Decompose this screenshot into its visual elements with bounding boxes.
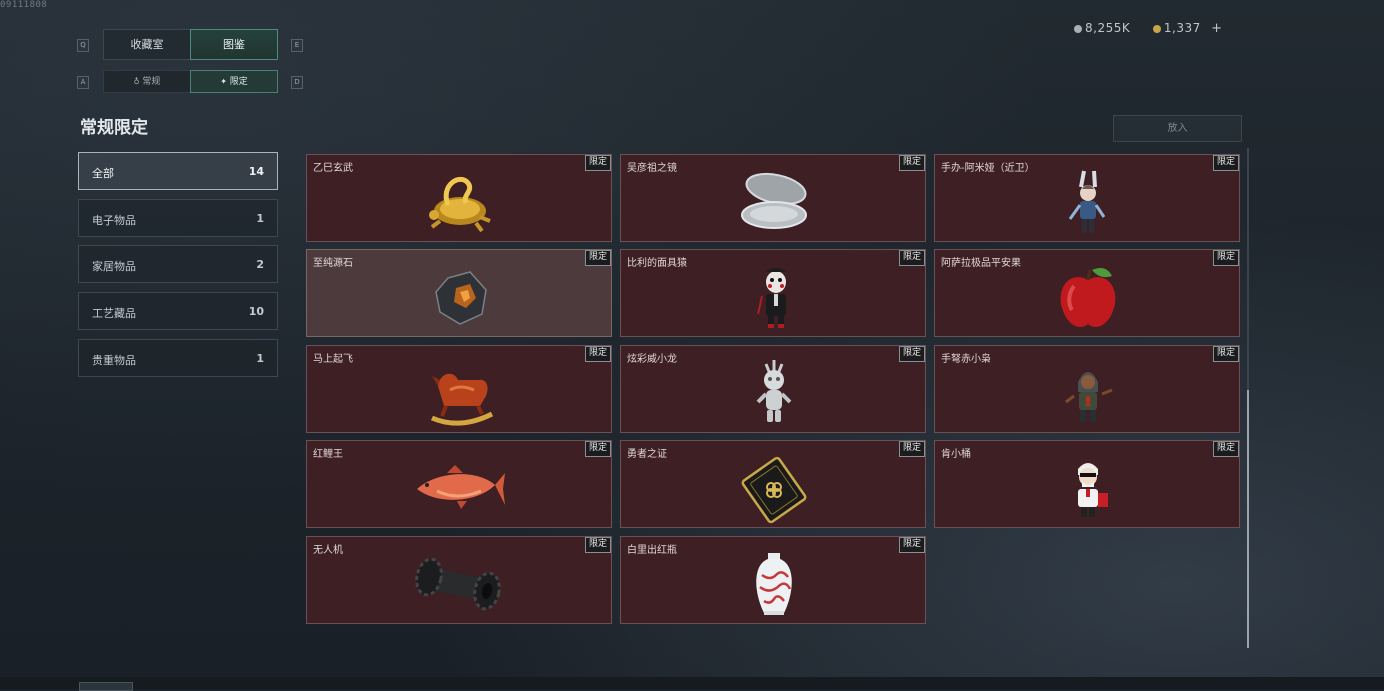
limited-icon: ✦ [220,77,227,86]
item-card[interactable]: 无人机 限定 [306,536,612,624]
corner-code: 09111808 [0,0,48,10]
item-card[interactable]: 炫彩威小龙 限定 [620,345,926,433]
item-name: 阿萨拉极品平安果 [941,258,1021,269]
item-card[interactable]: 手弩赤小枭 限定 [934,345,1240,433]
limited-badge: 限定 [1212,346,1239,362]
limited-badge: 限定 [584,346,611,362]
subtab-regular-label: 常规 [142,77,161,87]
gold-amount: 1,337 [1163,21,1201,35]
limited-badge: 限定 [584,155,611,171]
category-count: 1 [256,352,264,365]
item-card[interactable]: 至纯源石 限定 [306,249,612,337]
category-count: 1 [256,212,264,225]
place-in-button[interactable]: 放入 [1113,115,1242,142]
tab-collection-room[interactable]: 收藏室 [103,29,191,60]
limited-badge: 限定 [1212,155,1239,171]
limited-badge: 限定 [898,441,925,457]
item-card[interactable]: 乙巳玄武 限定 [306,154,612,242]
limited-badge: 限定 [1212,250,1239,266]
item-name: 马上起飞 [313,354,353,365]
drone-part-icon [415,557,501,611]
limited-badge: 限定 [584,441,611,457]
limited-badge: 限定 [584,537,611,553]
subtab-limited-label: 限定 [229,77,248,87]
item-name: 比利的面具猿 [627,258,687,269]
golden-snake-turtle-icon [429,176,491,233]
subtab-prev-key-hint[interactable]: A [77,76,89,89]
category-all[interactable]: 全部 14 [78,152,278,190]
category-count: 14 [248,165,264,178]
limited-badge: 限定 [898,250,925,266]
item-name: 吴彦祖之镜 [627,163,677,174]
category-valuables[interactable]: 贵重物品 1 [78,339,278,377]
category-electronics[interactable]: 电子物品 1 [78,199,278,237]
item-card[interactable]: 红鲤王 限定 [306,440,612,528]
item-card[interactable]: 勇者之证 限定 [620,440,926,528]
currency-bar: 8,255K 1,337 + [1074,21,1222,36]
bottom-button[interactable] [79,682,133,691]
item-name: 白里出红瓶 [627,545,677,556]
category-count: 10 [248,305,264,318]
billy-puppet-icon [757,268,786,328]
category-count: 2 [256,258,264,271]
limited-badge: 限定 [898,346,925,362]
item-name: 红鲤王 [313,449,343,460]
amiya-figure-icon [1068,170,1106,233]
item-name: 至纯源石 [313,258,353,269]
item-name: 勇者之证 [627,449,667,460]
item-card[interactable]: 吴彦祖之镜 限定 [620,154,926,242]
add-currency-button[interactable]: + [1211,21,1222,36]
category-label: 电子物品 [92,214,136,227]
item-name: 手弩赤小枭 [941,354,991,365]
item-name: 炫彩威小龙 [627,354,677,365]
tab-codex[interactable]: 图鉴 [190,29,278,60]
silver-dragon-figure-icon [756,360,792,422]
rocking-horse-icon [431,373,494,426]
category-label: 工艺藏品 [92,307,136,320]
item-name: 手办-阿米娅（近卫） [941,163,1035,174]
category-household[interactable]: 家居物品 2 [78,245,278,283]
limited-badge: 限定 [898,155,925,171]
category-label: 家居物品 [92,260,136,273]
red-carp-icon [417,465,505,509]
subtab-regular[interactable]: ♁ 常规 [103,70,191,93]
limited-badge: 限定 [898,537,925,553]
page-title: 常规限定 [80,118,148,138]
tab-prev-key-hint[interactable]: Q [77,39,89,52]
item-card[interactable]: 阿萨拉极品平安果 限定 [934,249,1240,337]
red-apple-icon [1060,268,1116,327]
tab-next-key-hint[interactable]: E [291,39,303,52]
item-card[interactable]: 肯小桶 限定 [934,440,1240,528]
item-name: 乙巳玄武 [313,163,353,174]
bottom-bar [0,677,1384,689]
silver-coin-icon [1074,24,1082,33]
scrollbar-thumb[interactable] [1247,390,1249,648]
porcelain-vase-icon [756,553,792,615]
category-label: 全部 [92,167,114,180]
subtab-next-key-hint[interactable]: D [291,76,303,89]
category-crafts[interactable]: 工艺藏品 10 [78,292,278,330]
item-card[interactable]: 马上起飞 限定 [306,345,612,433]
crossbow-figure-icon [1065,372,1113,422]
item-card[interactable]: 比利的面具猿 限定 [620,249,926,337]
originium-stone-icon [435,271,487,325]
item-name: 无人机 [313,545,343,556]
limited-badge: 限定 [584,250,611,266]
gold-coin-icon [1152,24,1161,33]
limited-badge: 限定 [1212,441,1239,457]
compact-mirror-icon [741,172,807,229]
item-card[interactable]: 手办-阿米娅（近卫） 限定 [934,154,1240,242]
item-card[interactable]: 白里出红瓶 限定 [620,536,926,624]
regular-icon: ♁ [133,77,140,86]
silver-amount: 8,255K [1085,21,1131,35]
hero-card-icon [741,456,807,524]
colonel-figure-icon [1078,463,1108,517]
category-label: 贵重物品 [92,354,136,367]
subtab-limited[interactable]: ✦ 限定 [190,70,278,93]
item-name: 肯小桶 [941,449,971,460]
